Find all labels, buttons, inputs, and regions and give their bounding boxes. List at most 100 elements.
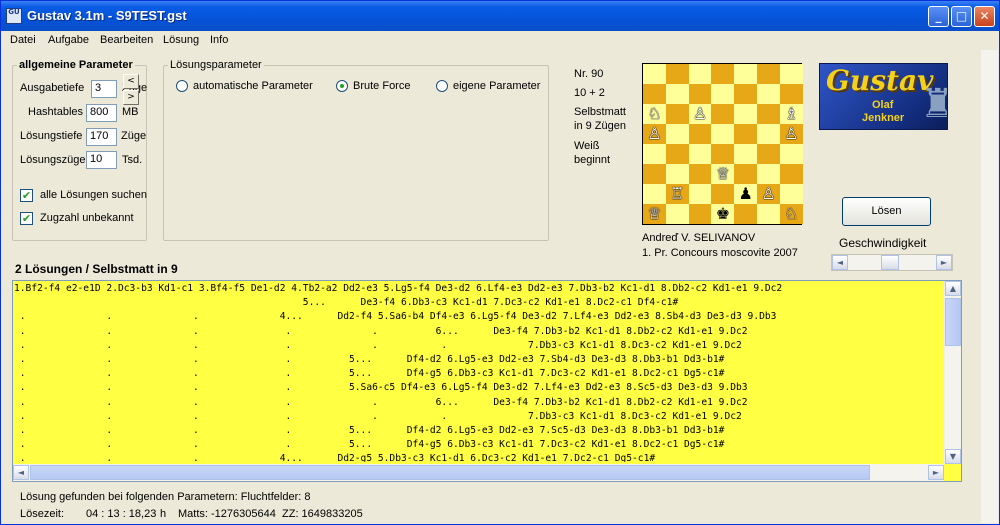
board-square[interactable] <box>734 164 758 184</box>
board-square[interactable] <box>734 144 758 164</box>
window-vertical-scrollbar[interactable] <box>981 50 998 523</box>
solve-button[interactable]: Lösen <box>842 197 931 226</box>
speed-slider[interactable]: ◄ ► <box>831 254 953 271</box>
close-button[interactable]: ✕ <box>974 6 995 27</box>
speed-decrease-button[interactable]: ◄ <box>832 255 848 270</box>
menu-bearbeiten[interactable]: Bearbeiten <box>100 34 153 46</box>
loesungstiefe-input[interactable]: 170 <box>86 128 117 146</box>
radio-auto-params-label: automatische Parameter <box>193 80 313 92</box>
board-square[interactable] <box>711 184 735 204</box>
board-square[interactable] <box>665 204 689 224</box>
board-square[interactable] <box>643 164 666 184</box>
scroll-down-button[interactable]: ▼ <box>945 449 961 464</box>
board-square[interactable] <box>688 124 712 144</box>
loesungszuege-input[interactable]: 10 <box>86 151 117 169</box>
radio-brute-force[interactable] <box>336 80 348 92</box>
board-square[interactable] <box>665 64 689 84</box>
board-square[interactable] <box>779 64 803 84</box>
board-square[interactable]: ♕ <box>643 204 666 224</box>
board-square[interactable]: ♙ <box>779 124 803 144</box>
board-square[interactable] <box>688 164 712 184</box>
radio-auto-params[interactable] <box>176 80 188 92</box>
board-square[interactable]: ♙ <box>643 124 666 144</box>
chess-board[interactable]: ♘ ♙ ♗ ♙ ♙ ♕ ♖ ♟ ♙ ♕ ♚ ♘ <box>642 63 803 225</box>
board-square[interactable] <box>734 84 758 104</box>
board-square[interactable] <box>665 124 689 144</box>
chess-piece: ♚ <box>715 204 731 223</box>
scroll-up-button[interactable]: ▲ <box>945 281 961 296</box>
board-square[interactable] <box>643 144 666 164</box>
board-square[interactable] <box>688 204 712 224</box>
board-square[interactable] <box>688 144 712 164</box>
board-square[interactable]: ♖ <box>665 184 689 204</box>
board-square[interactable] <box>757 124 780 144</box>
results-vertical-scrollbar[interactable]: ▲ ▼ <box>944 281 961 464</box>
solution-line: . . . . 5.Sa6-c5 Df4-e3 6.Lg5-f4 De3-d2 … <box>14 382 748 394</box>
menu-aufgabe[interactable]: Aufgabe <box>48 34 89 46</box>
board-square[interactable]: ♙ <box>757 184 780 204</box>
board-square[interactable] <box>757 204 780 224</box>
radio-own-params[interactable] <box>436 80 448 92</box>
ausgabetiefe-decrease[interactable]: < <box>123 74 139 89</box>
board-square[interactable] <box>757 144 780 164</box>
scroll-thumb[interactable] <box>945 298 961 346</box>
board-square[interactable] <box>665 144 689 164</box>
scroll-right-button[interactable]: ► <box>928 465 944 480</box>
minimize-button[interactable]: _ <box>928 6 949 27</box>
results-horizontal-scrollbar[interactable]: ◄ ► <box>13 464 944 481</box>
solution-list[interactable]: 1.Bf2-f4 e2-e1D 2.Dc3-b3 Kd1-c1 3.Bf4-f5… <box>12 280 962 482</box>
window-scroll-track[interactable] <box>981 50 997 500</box>
board-square[interactable] <box>779 144 803 164</box>
board-square[interactable]: ♙ <box>688 104 712 124</box>
board-square[interactable] <box>734 204 758 224</box>
speed-thumb[interactable] <box>881 255 900 270</box>
board-square[interactable] <box>711 64 735 84</box>
menu-datei[interactable]: Datei <box>10 34 36 46</box>
maximize-button[interactable]: □ <box>951 6 972 27</box>
board-square[interactable]: ♟ <box>734 184 758 204</box>
board-square[interactable] <box>688 64 712 84</box>
board-square[interactable]: ♗ <box>779 104 803 124</box>
board-square[interactable] <box>643 184 666 204</box>
all-solutions-checkbox[interactable]: ✔ <box>20 189 33 202</box>
hashtables-input[interactable]: 800 <box>86 104 117 122</box>
ausgabetiefe-increase[interactable]: > <box>123 90 139 105</box>
board-square[interactable] <box>734 104 758 124</box>
menu-loesung[interactable]: Lösung <box>163 34 199 46</box>
board-square[interactable] <box>779 164 803 184</box>
arrow-left-icon: ◄ <box>836 258 844 267</box>
speed-increase-button[interactable]: ► <box>936 255 952 270</box>
hscroll-thumb[interactable] <box>30 465 870 480</box>
menu-info[interactable]: Info <box>210 34 228 46</box>
board-square[interactable] <box>779 184 803 204</box>
board-square[interactable] <box>665 104 689 124</box>
board-square[interactable] <box>688 184 712 204</box>
board-square[interactable] <box>711 144 735 164</box>
board-square[interactable] <box>643 84 666 104</box>
status-zz: ZZ: 1649833205 <box>282 508 363 520</box>
board-square[interactable] <box>734 124 758 144</box>
unknown-moves-checkbox[interactable]: ✔ <box>20 212 33 225</box>
board-square[interactable]: ♚ <box>711 204 735 224</box>
board-square[interactable] <box>757 104 780 124</box>
board-square[interactable] <box>757 164 780 184</box>
board-square[interactable] <box>665 84 689 104</box>
board-square[interactable]: ♘ <box>779 204 803 224</box>
board-square[interactable] <box>711 104 735 124</box>
board-square[interactable] <box>734 64 758 84</box>
board-square[interactable] <box>711 124 735 144</box>
arrow-up-icon: ▲ <box>949 284 957 293</box>
board-square[interactable] <box>643 64 666 84</box>
scroll-left-button[interactable]: ◄ <box>13 465 29 480</box>
board-square[interactable]: ♕ <box>711 164 735 184</box>
board-square[interactable] <box>757 64 780 84</box>
board-square[interactable] <box>779 84 803 104</box>
board-square[interactable] <box>711 84 735 104</box>
board-square[interactable] <box>757 84 780 104</box>
board-square[interactable] <box>688 84 712 104</box>
ausgabetiefe-input[interactable]: 3 <box>91 80 117 98</box>
board-square[interactable]: ♘ <box>643 104 666 124</box>
title-bar[interactable]: GU Gustav 3.1m - S9TEST.gst _ □ ✕ <box>1 1 999 31</box>
app-icon[interactable]: GU <box>6 8 22 24</box>
board-square[interactable] <box>665 164 689 184</box>
